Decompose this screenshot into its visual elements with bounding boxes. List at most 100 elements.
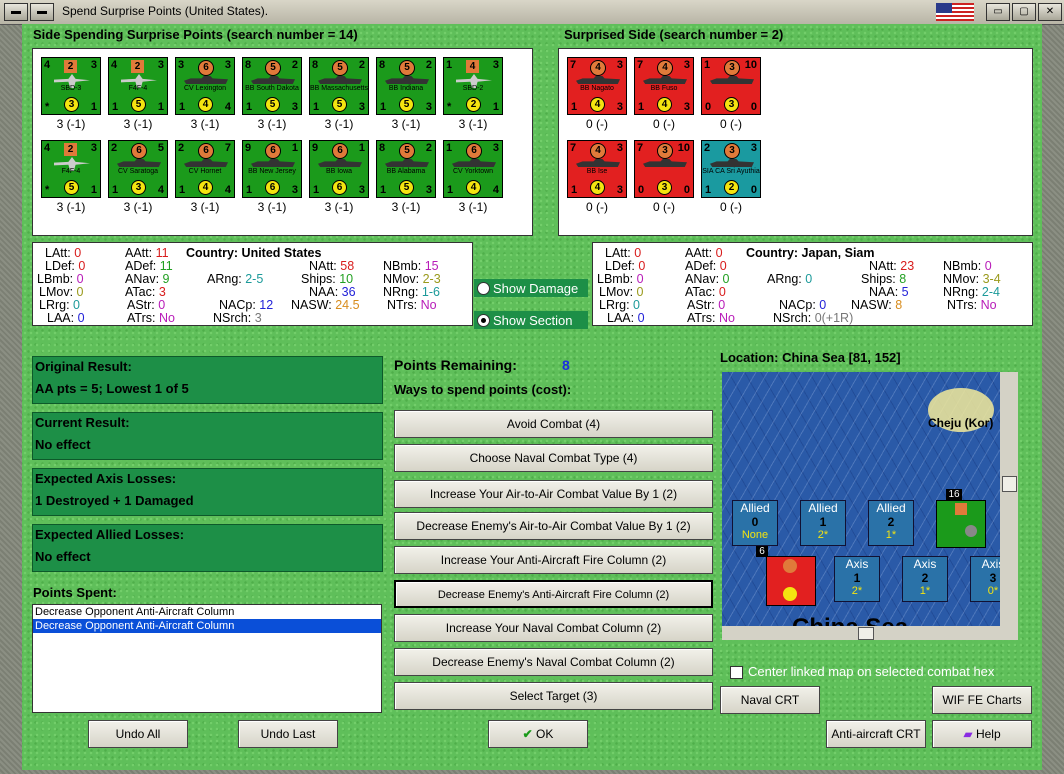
spend-option-button[interactable]: Increase Your Air-to-Air Combat Value By… — [394, 480, 713, 508]
stat-lrrg: LRrg: 0 — [39, 298, 80, 312]
unit-name: BB South Dakota — [245, 85, 299, 92]
us-stack-counter[interactable] — [936, 500, 986, 548]
stat-nmov: NMov: 3-4 — [943, 272, 1001, 286]
unit-bl: 1 — [571, 184, 578, 196]
spend-option-button[interactable]: Choose Naval Combat Type (4) — [394, 444, 713, 472]
stat-lmov: LMov: 0 — [39, 285, 84, 299]
unit-counter[interactable]: 4 2 3 SBD-3 * 3 1 — [41, 57, 101, 115]
surprised-side-header: Surprised Side (search number = 2) — [564, 27, 784, 42]
result-value: 1 Destroyed + 1 Damaged — [35, 493, 194, 508]
undo-all-button[interactable]: Undo All — [88, 720, 188, 748]
stat-natt: NAtt: 23 — [869, 259, 915, 273]
spend-option-button[interactable]: Decrease Enemy's Naval Combat Column (2) — [394, 648, 713, 676]
spend-option-button[interactable]: Select Target (3) — [394, 682, 713, 710]
show-damage-radio[interactable]: Show Damage — [474, 279, 588, 297]
maximize-button[interactable]: ▢ — [1012, 3, 1036, 21]
map-horizontal-scrollbar[interactable] — [722, 626, 1000, 640]
stat-lrrg: LRrg: 0 — [599, 298, 640, 312]
original-result-box: Original Result: AA pts = 5; Lowest 1 of … — [32, 356, 383, 404]
anti-aircraft-crt-button[interactable]: Anti-aircraft CRT — [826, 720, 926, 748]
unit-counter[interactable]: 4 2 3 F4F-4 1 5 1 — [108, 57, 168, 115]
unit-counter[interactable]: 9 6 1 BB New Jersey 1 6 3 — [242, 140, 302, 198]
unit-counter[interactable]: 2 6 5 CV Saratoga 1 3 4 — [108, 140, 168, 198]
stat-nacp: NACp: 0 — [779, 298, 827, 312]
unit-bc: 5 — [131, 97, 146, 112]
unit-tr: 3 — [90, 59, 97, 71]
spend-option-button[interactable]: Decrease Enemy's Air-to-Air Combat Value… — [394, 512, 713, 540]
unit-value-label: 0 (-) — [586, 200, 608, 214]
allied-box-1[interactable]: Allied 1 2* — [800, 500, 846, 546]
unit-br: 0 — [750, 101, 757, 113]
unit-tl: 2 — [704, 142, 711, 154]
unit-value-label: 3 (-1) — [190, 200, 220, 214]
unit-tl: 4 — [44, 142, 51, 154]
window-title: Spend Surprise Points (United States). — [62, 4, 269, 18]
stat-naa: NAA: 36 — [309, 285, 356, 299]
unit-counter[interactable]: 1 4 3 SBD-2 * 2 1 — [443, 57, 503, 115]
naval-crt-button[interactable]: Naval CRT — [720, 686, 820, 714]
wif-charts-button[interactable]: WIF FE Charts — [932, 686, 1032, 714]
system-menu-button[interactable]: ▬ — [4, 3, 28, 21]
unit-counter[interactable]: 1 6 3 CV Yorktown 1 4 4 — [443, 140, 503, 198]
unit-counter[interactable]: 7 4 3 BB Ise 1 4 3 — [567, 140, 627, 198]
unit-sq: 4 — [590, 143, 606, 159]
spend-option-button[interactable]: Decrease Enemy's Anti-Aircraft Fire Colu… — [394, 580, 713, 608]
unit-counter[interactable]: 8 5 2 BB Alabama 1 5 3 — [376, 140, 436, 198]
unit-counter[interactable]: 4 2 3 F4F-4 * 5 1 — [41, 140, 101, 198]
unit-value-label: 3 (-1) — [324, 117, 354, 131]
help-button[interactable]: ▰ Help — [932, 720, 1032, 748]
scroll-thumb[interactable] — [858, 627, 874, 640]
unit-counter[interactable]: 9 6 1 BB Iowa 1 6 3 — [309, 140, 369, 198]
unit-value-label: 0 (-) — [720, 200, 742, 214]
unit-bl: 0 — [705, 101, 712, 113]
spend-option-button[interactable]: Avoid Combat (4) — [394, 410, 713, 438]
unit-counter[interactable]: 8 5 2 BB South Dakota 1 5 3 — [242, 57, 302, 115]
unit-name: BB Nagato — [580, 85, 614, 92]
restore-button[interactable]: ▭ — [986, 3, 1010, 21]
map-vertical-scrollbar[interactable] — [1000, 372, 1018, 640]
allied-box-2[interactable]: Allied 2 1* — [868, 500, 914, 546]
allied-box-0[interactable]: Allied 0 None — [732, 500, 778, 546]
unit-counter[interactable]: 2 6 7 CV Hornet 1 4 4 — [175, 140, 235, 198]
list-item[interactable]: Decrease Opponent Anti-Aircraft Column — [33, 605, 381, 619]
list-item-selected[interactable]: Decrease Opponent Anti-Aircraft Column — [33, 619, 381, 633]
axis-box-1[interactable]: Axis 1 2* — [834, 556, 880, 602]
spend-option-button[interactable]: Increase Your Anti-Aircraft Fire Column … — [394, 546, 713, 574]
ship-icon — [117, 159, 161, 167]
unit-name: SIA CA Sri Ayuthia — [702, 168, 760, 175]
unit-counter[interactable]: 1 3 10 0 3 0 — [701, 57, 761, 115]
minimize-button[interactable]: ▬ — [30, 3, 54, 21]
unit-name: SBD-2 — [462, 85, 484, 92]
stat-lmov: LMov: 0 — [599, 285, 644, 299]
spend-option-button[interactable]: Increase Your Naval Combat Column (2) — [394, 614, 713, 642]
unit-sq: 3 — [657, 143, 673, 159]
unit-value-label: 3 (-1) — [123, 117, 153, 131]
stat-naa: NAA: 5 — [869, 285, 909, 299]
axis-box-2[interactable]: Axis 2 1* — [902, 556, 948, 602]
unit-tl: 7 — [570, 142, 577, 154]
unit-counter[interactable]: 7 3 10 0 3 0 — [634, 140, 694, 198]
unit-counter[interactable]: 7 4 3 BB Nagato 1 4 3 — [567, 57, 627, 115]
unit-counter[interactable]: 2 3 3 SIA CA Sri Ayuthia 1 2 0 — [701, 140, 761, 198]
show-section-radio[interactable]: Show Section — [474, 311, 588, 329]
center-linked-checkbox[interactable]: Center linked map on selected combat hex — [730, 664, 1032, 680]
unit-counter[interactable]: 8 5 2 BB Massachusetts 1 5 3 — [309, 57, 369, 115]
unit-bc: 5 — [265, 97, 280, 112]
map-view[interactable]: Cheju (Kor) China Sea Allied0None Allied… — [722, 372, 1018, 641]
unit-counter[interactable]: 3 6 3 CV Lexington 1 4 4 — [175, 57, 235, 115]
undo-last-button[interactable]: Undo Last — [238, 720, 338, 748]
unit-counter[interactable]: 7 4 3 BB Fuso 1 4 3 — [634, 57, 694, 115]
unit-counter[interactable]: 8 5 2 BB Indiana 1 5 3 — [376, 57, 436, 115]
ok-button[interactable]: ✔ OK — [488, 720, 588, 748]
ship-icon — [184, 76, 228, 84]
surprised-units-panel: 7 4 3 BB Nagato 1 4 3 0 (-) 7 4 3 BB Fuso 1 4 3 0 (-) 1 3… — [558, 48, 1033, 236]
close-button[interactable]: ✕ — [1038, 3, 1062, 21]
allied-losses-box: Expected Allied Losses: No effect — [32, 524, 383, 572]
jp-stack-counter[interactable] — [766, 556, 816, 606]
spending-side-header: Side Spending Surprise Points (search nu… — [33, 27, 358, 42]
unit-value-label: 3 (-1) — [257, 117, 287, 131]
unit-bl: 1 — [179, 184, 186, 196]
scroll-thumb[interactable] — [1002, 476, 1017, 492]
points-spent-list[interactable]: Decrease Opponent Anti-Aircraft Column D… — [32, 604, 382, 713]
unit-br: 4 — [224, 184, 231, 196]
